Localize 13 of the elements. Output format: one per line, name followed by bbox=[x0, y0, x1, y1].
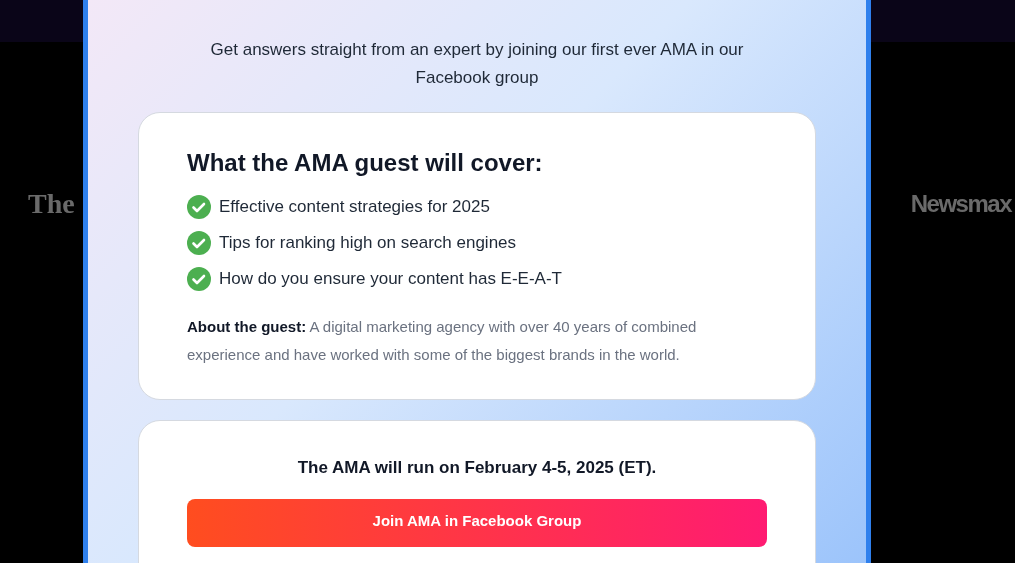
about-text: About the guest: A digital marketing agency with over 40 years of combined experience and have worked with some of the biggest brands in the world. bbox=[187, 317, 698, 365]
schedule-text: The AMA will run on February 4-5, 2025 (ET). bbox=[296, 457, 658, 479]
check-icon bbox=[187, 267, 211, 291]
topic-item: Tips for ranking high on search engines bbox=[219, 232, 517, 254]
subtitle: Get answers straight from an expert by joining our first ever AMA in our Facebook group bbox=[209, 39, 745, 89]
topic-item: How do you ensure your content has E-E-A-T bbox=[219, 268, 562, 290]
logo: Newsmax bbox=[910, 189, 1011, 219]
check-icon bbox=[187, 195, 211, 219]
topic-item: Effective content strategies for 2025 bbox=[219, 196, 490, 218]
join-button[interactable]: Join AMA in Facebook Group bbox=[187, 498, 767, 547]
check-icon bbox=[187, 231, 211, 255]
card-heading: What the AMA guest will cover: bbox=[187, 148, 544, 178]
logo: The bbox=[28, 187, 75, 221]
